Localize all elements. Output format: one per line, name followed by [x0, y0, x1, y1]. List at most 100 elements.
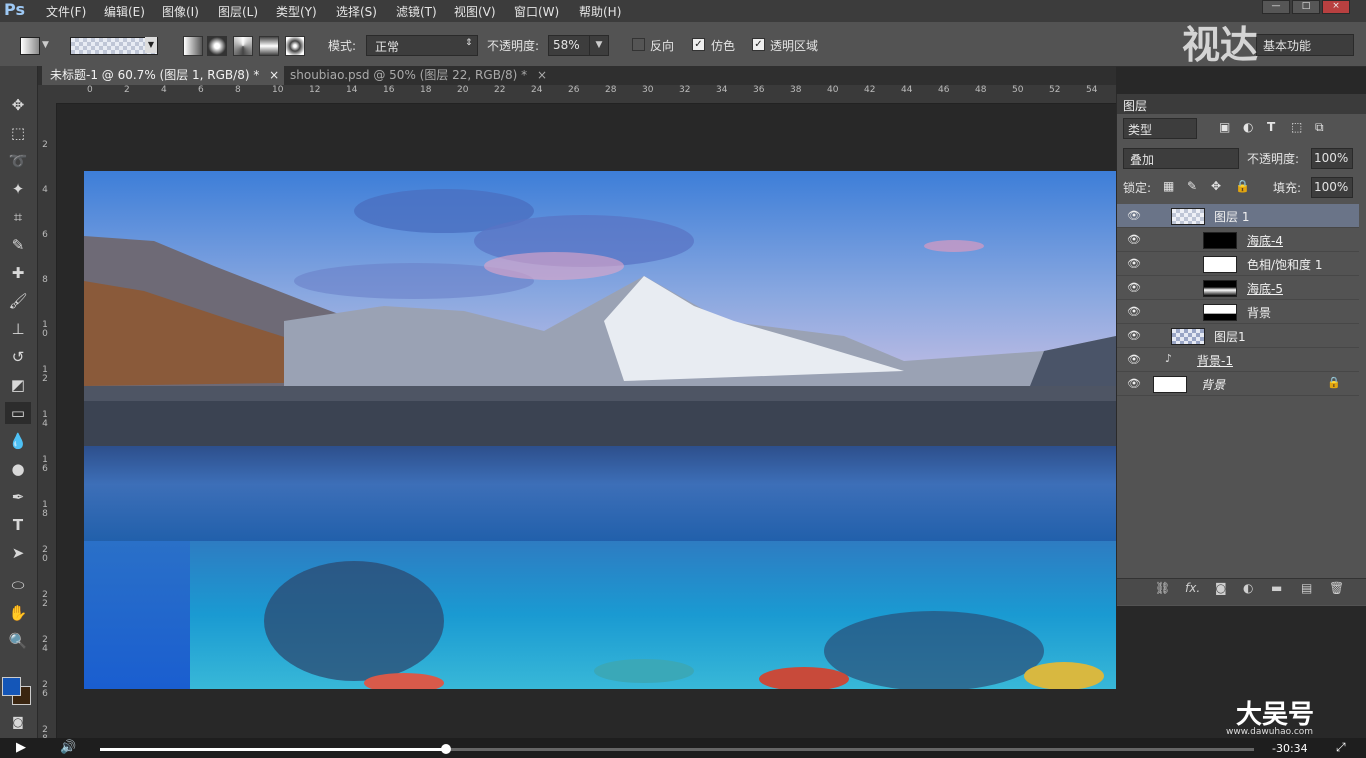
type-filter-icon[interactable]: T [1267, 120, 1275, 134]
quick-mask-icon[interactable]: ◙ [5, 711, 31, 733]
layer-filter-select[interactable]: 类型 [1123, 118, 1197, 139]
visibility-eye-icon[interactable]: 👁 [1127, 377, 1141, 390]
lock-all-icon[interactable]: 🔒 [1235, 179, 1250, 193]
layer-row[interactable]: 👁 图层 1 [1117, 204, 1359, 228]
tab-shoubiao[interactable]: shoubiao.psd @ 50% (图层 22, RGB/8) * × [282, 66, 555, 85]
layer-row[interactable]: 👁 图层1 [1117, 324, 1359, 348]
path-selection-tool-icon[interactable]: ➤ [5, 542, 31, 564]
close-icon[interactable]: × [537, 68, 547, 82]
visibility-eye-icon[interactable]: 👁 [1127, 257, 1141, 270]
shape-filter-icon[interactable]: ⬚ [1291, 120, 1302, 134]
reflected-gradient-button[interactable] [259, 36, 279, 56]
minimize-button[interactable]: — [1262, 0, 1290, 14]
close-icon[interactable]: × [269, 68, 279, 82]
visibility-eye-icon[interactable]: 👁 [1127, 209, 1141, 222]
menu-window[interactable]: 窗口(W) [514, 3, 559, 20]
clone-stamp-tool-icon[interactable]: ⊥ [5, 318, 31, 340]
type-tool-icon[interactable]: T [5, 514, 31, 536]
lasso-tool-icon[interactable]: ➰ [5, 150, 31, 172]
lock-position-icon[interactable]: ✥ [1211, 179, 1221, 193]
move-tool-icon[interactable]: ✥ [5, 94, 31, 116]
tool-preset-icon[interactable] [20, 37, 40, 55]
eyedropper-tool-icon[interactable]: ✎ [5, 234, 31, 256]
hand-tool-icon[interactable]: ✋ [5, 602, 31, 624]
layer-row[interactable]: 👁 海底-4 [1117, 228, 1359, 252]
reverse-checkbox[interactable] [632, 38, 645, 51]
pen-tool-icon[interactable]: ✒ [5, 486, 31, 508]
play-icon[interactable]: ▶ [16, 740, 26, 755]
visibility-eye-icon[interactable]: 👁 [1127, 281, 1141, 294]
layer-opacity-input[interactable]: 100% [1311, 148, 1353, 169]
volume-icon[interactable]: 🔊 [60, 740, 76, 755]
gradient-tool-icon[interactable]: ▭ [5, 402, 31, 424]
maximize-button[interactable]: □ [1292, 0, 1320, 14]
visibility-eye-icon[interactable]: 👁 [1127, 305, 1141, 318]
visibility-eye-icon[interactable]: 👁 [1127, 329, 1141, 342]
layer-row[interactable]: 👁 背景 🔒 [1117, 372, 1359, 396]
ellipse-tool-icon[interactable]: ⬭ [5, 574, 31, 596]
layer-effects-button[interactable]: fx. [1185, 581, 1200, 595]
radial-gradient-button[interactable] [207, 36, 227, 56]
menu-help[interactable]: 帮助(H) [579, 3, 621, 20]
ruler-origin[interactable] [38, 85, 57, 103]
brush-tool-icon[interactable]: 🖌 [5, 290, 31, 312]
new-layer-icon[interactable]: ▤ [1301, 581, 1312, 595]
eraser-tool-icon[interactable]: ◩ [5, 374, 31, 396]
add-mask-icon[interactable]: ◙ [1215, 581, 1227, 595]
layer-row[interactable]: 👁 背景 [1117, 300, 1359, 324]
lock-transparent-icon[interactable]: ▦ [1163, 179, 1174, 193]
menu-filter[interactable]: 滤镜(T) [396, 3, 437, 20]
history-brush-tool-icon[interactable]: ↺ [5, 346, 31, 368]
lock-pixels-icon[interactable]: ✎ [1187, 179, 1197, 193]
fullscreen-icon[interactable]: ⤢ [1336, 740, 1346, 755]
opacity-dropdown-icon[interactable]: ▼ [589, 35, 609, 56]
video-progress-handle[interactable] [441, 744, 452, 754]
layer-row[interactable]: 👁 色相/饱和度 1 [1117, 252, 1359, 276]
zoom-tool-icon[interactable]: 🔍 [5, 630, 31, 652]
vertical-ruler[interactable]: 2 4 6 8 1 0 1 2 1 4 1 6 1 8 2 0 2 2 2 4 2 6 2 8 [38, 103, 57, 738]
chevron-down-icon[interactable]: ▼ [42, 40, 49, 50]
blur-tool-icon[interactable]: 💧 [5, 430, 31, 452]
marquee-tool-icon[interactable]: ⬚ [5, 122, 31, 144]
horizontal-ruler[interactable]: 0 2 4 6 8 10 12 14 16 18 20 22 24 26 28 30 32 34 36 38 40 42 4… [57, 85, 1116, 104]
link-layers-icon[interactable]: ⛓ [1155, 581, 1170, 595]
image-filter-icon[interactable]: ▣ [1219, 120, 1230, 134]
menu-view[interactable]: 视图(V) [454, 3, 496, 20]
gradient-dropdown-icon[interactable]: ▼ [145, 37, 157, 53]
dither-checkbox[interactable]: ✓ [692, 38, 705, 51]
opacity-input[interactable]: 58% [548, 35, 590, 56]
workspace-select[interactable]: 基本功能 [1256, 34, 1354, 56]
linear-gradient-button[interactable] [183, 36, 203, 56]
menu-image[interactable]: 图像(I) [162, 3, 199, 20]
menu-type[interactable]: 类型(Y) [276, 3, 317, 20]
tab-untitled-1[interactable]: 未标题-1 @ 60.7% (图层 1, RGB/8) * × [42, 66, 284, 85]
delete-layer-icon[interactable]: 🗑 [1329, 581, 1344, 595]
menu-file[interactable]: 文件(F) [46, 3, 86, 20]
visibility-eye-icon[interactable]: 👁 [1127, 233, 1141, 246]
new-group-icon[interactable]: ▬ [1271, 581, 1282, 595]
adjustment-filter-icon[interactable]: ◐ [1243, 120, 1253, 134]
mode-select[interactable]: 正常 ⇕ [366, 35, 478, 56]
close-button[interactable]: × [1322, 0, 1350, 14]
diamond-gradient-button[interactable] [285, 36, 305, 56]
visibility-eye-icon[interactable]: 👁 [1127, 353, 1141, 366]
magic-wand-tool-icon[interactable]: ✦ [5, 178, 31, 200]
layers-panel-title[interactable]: 图层 [1123, 97, 1147, 114]
healing-brush-tool-icon[interactable]: ✚ [5, 262, 31, 284]
video-progress-track[interactable] [100, 744, 1254, 754]
blend-mode-select[interactable]: 叠加 [1123, 148, 1239, 169]
layer-row[interactable]: 👁 海底-5 [1117, 276, 1359, 300]
dodge-tool-icon[interactable]: ● [5, 458, 31, 480]
menu-edit[interactable]: 编辑(E) [104, 3, 145, 20]
layer-row[interactable]: 👁 ♪ 背景-1 [1117, 348, 1359, 372]
menu-layer[interactable]: 图层(L) [218, 3, 258, 20]
document-canvas[interactable] [84, 171, 1116, 689]
crop-tool-icon[interactable]: ⌗ [5, 206, 31, 228]
fill-input[interactable]: 100% [1311, 177, 1353, 198]
foreground-color-swatch[interactable] [2, 677, 21, 696]
menu-select[interactable]: 选择(S) [336, 3, 377, 20]
transparency-checkbox[interactable]: ✓ [752, 38, 765, 51]
adjustment-layer-icon[interactable]: ◐ [1243, 581, 1253, 595]
angle-gradient-button[interactable] [233, 36, 253, 56]
smart-object-filter-icon[interactable]: ⧉ [1315, 120, 1324, 135]
